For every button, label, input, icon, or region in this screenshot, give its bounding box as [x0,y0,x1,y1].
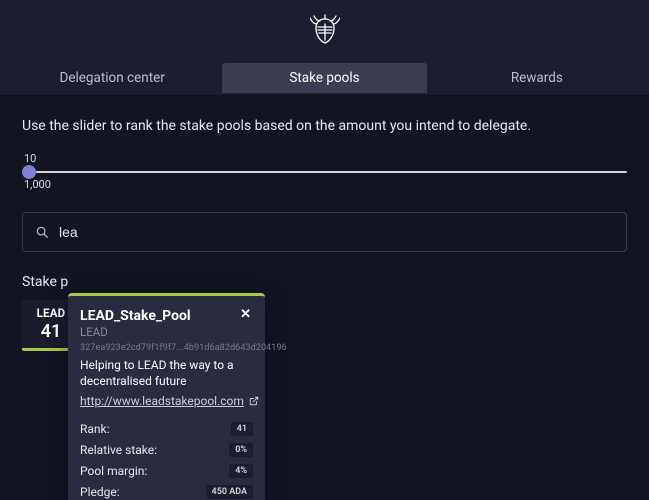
slider-max-label: 1,000 [24,178,51,191]
stat-label: Pool margin: [80,465,147,477]
app-header [0,0,649,60]
close-icon[interactable]: ✕ [238,308,253,321]
stat-pledge: Pledge: 450 ADA [80,485,253,499]
search-field[interactable] [22,212,627,252]
search-input[interactable] [59,224,614,240]
app-logo-icon [310,13,340,47]
popover-description: Helping to LEAD the way to a decentralis… [80,358,253,389]
search-icon [35,225,49,239]
popover-stats: Rank: 41 Relative stake: 0% Pool margin:… [80,422,253,500]
stat-value: 41 [231,422,253,436]
stat-value: 0% [229,443,253,457]
popover-ticker: LEAD [80,325,253,339]
tab-rewards[interactable]: Rewards [435,63,639,93]
slider-track[interactable] [26,171,627,173]
content-area: Use the slider to rank the stake pools b… [0,96,649,500]
popover-hash: 327ea923e2cd79f1f9f7...4b91d6a82d643d204… [80,343,253,353]
stake-pools-heading: Stake p [22,274,627,290]
popover-homepage-link[interactable]: http://www.leadstakepool.com [80,394,244,408]
stat-margin: Pool margin: 4% [80,464,253,478]
tab-delegation-center[interactable]: Delegation center [10,63,214,93]
popover-title: LEAD_Stake_Pool [80,308,191,324]
slider-min-label: 10 [24,152,36,165]
stat-label: Rank: [80,423,110,435]
stat-value: 450 ADA [206,485,253,499]
tab-bar: Delegation center Stake pools Rewards [0,60,649,96]
pool-detail-popover: LEAD_Stake_Pool ✕ LEAD 327ea923e2cd79f1f… [68,293,265,500]
tab-stake-pools[interactable]: Stake pools [222,63,426,93]
instruction-text: Use the slider to rank the stake pools b… [22,118,627,134]
stat-value: 4% [229,464,253,478]
slider-thumb[interactable] [22,165,36,179]
delegate-amount-slider[interactable]: 10 1,000 [22,154,627,194]
stat-label: Relative stake: [80,444,157,456]
external-link-icon [249,396,259,406]
stat-relative-stake: Relative stake: 0% [80,443,253,457]
stat-label: Pledge: [80,486,120,498]
stat-rank: Rank: 41 [80,422,253,436]
